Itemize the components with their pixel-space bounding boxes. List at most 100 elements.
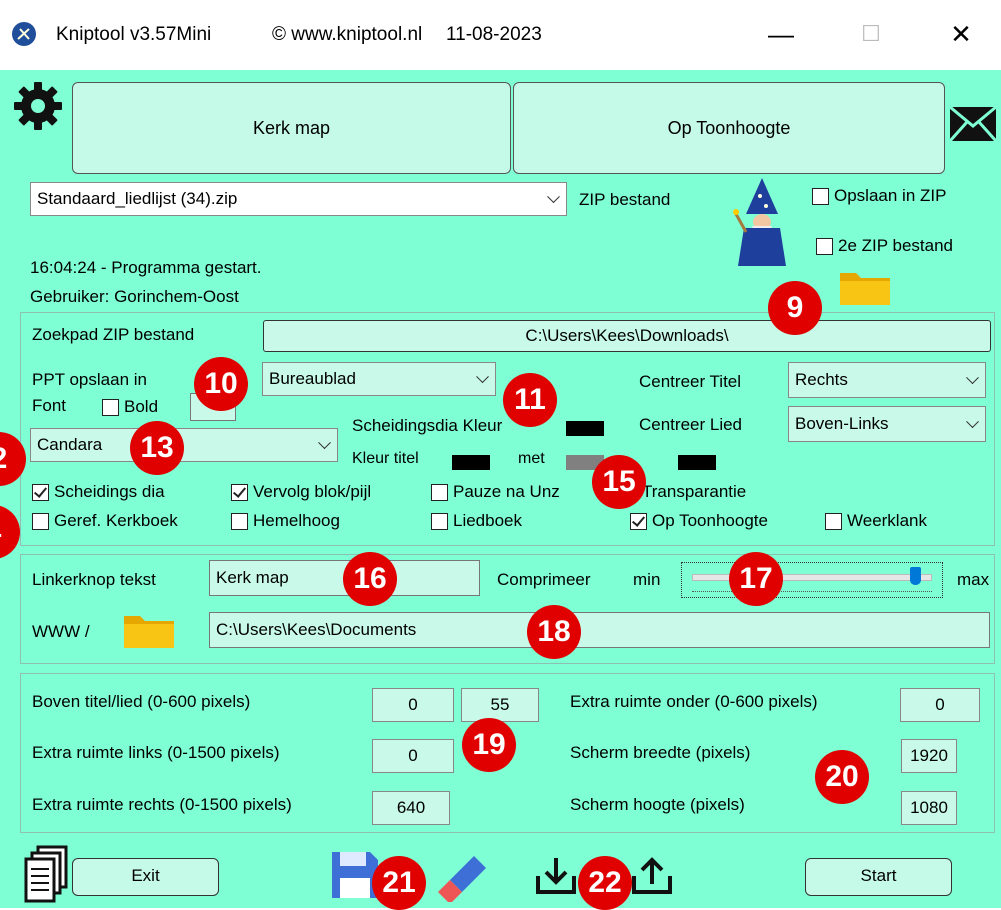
op-toonhoogte-button[interactable]: Op Toonhoogte — [513, 82, 945, 174]
text-color-swatch[interactable] — [678, 455, 716, 470]
badge-16: 16 — [343, 552, 397, 606]
checkbox-box[interactable] — [231, 483, 248, 501]
font-select[interactable]: Candara — [30, 428, 338, 462]
second-zip-checkbox[interactable]: 2e ZIP bestand — [816, 236, 953, 256]
exit-button[interactable]: Exit — [72, 858, 219, 896]
bold-label: Bold — [124, 397, 159, 416]
checkbox-box[interactable] — [431, 483, 448, 501]
title-color-swatch[interactable] — [452, 455, 490, 470]
checkbox-box[interactable] — [231, 512, 248, 530]
checkbox-box[interactable] — [32, 483, 49, 501]
check-label: Scheidings dia — [54, 482, 165, 501]
badge-13: 13 — [130, 421, 184, 475]
check-label: Transparantie — [642, 482, 747, 501]
folder-icon[interactable] — [122, 610, 176, 655]
chevron-down-icon — [318, 436, 331, 450]
top-title-field-1[interactable]: 0 — [372, 688, 454, 722]
with-label: met — [518, 450, 545, 467]
extra-right-label: Extra ruimte rechts (0-1500 pixels) — [32, 795, 292, 814]
title-bar: Kniptool v3.57Mini © www.kniptool.nl 11-… — [0, 0, 1001, 70]
top-title-label: Boven titel/lied (0-600 pixels) — [32, 692, 251, 711]
close-button[interactable]: ✕ — [936, 14, 986, 54]
bold-checkbox[interactable]: Bold — [102, 397, 158, 417]
screen-height-field[interactable]: 1080 — [901, 791, 957, 825]
title-color-label: Kleur titel — [352, 450, 419, 467]
slider-ticks — [692, 591, 932, 595]
checkbox-box[interactable] — [630, 512, 647, 530]
gear-icon[interactable] — [12, 80, 64, 137]
minimize-button[interactable]: — — [756, 14, 806, 54]
opslaan-in-zip-label: Opslaan in ZIP — [834, 186, 947, 205]
pages-icon[interactable] — [24, 845, 68, 908]
compress-label: Comprimeer — [497, 570, 591, 589]
ppt-save-value: Bureaublad — [269, 369, 356, 388]
window-date: 11-08-2023 — [446, 24, 542, 45]
extra-left-label: Extra ruimte links (0-1500 pixels) — [32, 743, 280, 762]
kerk-map-button[interactable]: Kerk map — [72, 82, 511, 174]
zip-file-label: ZIP bestand — [579, 190, 671, 209]
zip-file-select[interactable]: Standaard_liedlijst (34).zip — [30, 182, 567, 216]
check-op-toonhoogte[interactable]: Op Toonhoogte — [630, 511, 768, 531]
badge-11: 11 — [503, 373, 557, 427]
center-title-select[interactable]: Rechts — [788, 362, 986, 398]
eraser-icon[interactable] — [428, 850, 488, 907]
search-path-field[interactable]: C:\Users\Kees\Downloads\ — [263, 320, 991, 352]
extra-bottom-label: Extra ruimte onder (0-600 pixels) — [570, 692, 818, 711]
badge-22: 22 — [578, 856, 632, 910]
center-song-label: Centreer Lied — [639, 415, 743, 434]
badge-15: 15 — [592, 455, 646, 509]
window-title: Kniptool v3.57Mini — [56, 24, 212, 45]
check-weerklank[interactable]: Weerklank — [825, 511, 927, 531]
checkbox-box[interactable] — [431, 512, 448, 530]
chevron-down-icon — [476, 370, 489, 384]
left-button-text-value: Kerk map — [216, 568, 289, 587]
top-title-field-2[interactable]: 55 — [461, 688, 539, 722]
slider-track — [692, 574, 932, 581]
chevron-down-icon — [547, 190, 560, 204]
checkbox-box[interactable] — [812, 187, 829, 205]
www-path-field[interactable]: C:\Users\Kees\Documents — [209, 612, 990, 648]
ppt-save-select[interactable]: Bureaublad — [262, 362, 496, 396]
extra-bottom-field[interactable]: 0 — [900, 688, 980, 722]
screen-width-label: Scherm breedte (pixels) — [570, 743, 751, 762]
check-liedboek[interactable]: Liedboek — [431, 511, 522, 531]
check-label: Op Toonhoogte — [652, 511, 768, 530]
center-song-select[interactable]: Boven-Links — [788, 406, 986, 442]
check-transparantie[interactable]: Transparantie — [642, 482, 746, 502]
check-label: Vervolg blok/pijl — [253, 482, 372, 501]
checkbox-box[interactable] — [102, 398, 119, 416]
folder-icon[interactable] — [838, 267, 892, 312]
compress-min-label: min — [633, 570, 661, 589]
slider-thumb[interactable] — [909, 567, 921, 585]
check-scheidings-dia[interactable]: Scheidings dia — [32, 482, 165, 502]
search-path-value: C:\Users\Kees\Downloads\ — [525, 326, 729, 345]
badge-20: 20 — [815, 750, 869, 804]
checkbox-box[interactable] — [32, 512, 49, 530]
start-button[interactable]: Start — [805, 858, 952, 896]
checkbox-box[interactable] — [816, 237, 833, 255]
upload-icon[interactable] — [630, 854, 674, 903]
maximize-button[interactable]: ☐ — [846, 14, 896, 54]
checkbox-box[interactable] — [825, 512, 842, 530]
badge-19: 19 — [462, 718, 516, 772]
check-hemelhoog[interactable]: Hemelhoog — [231, 511, 340, 531]
separator-color-label: Scheidingsdia Kleur — [352, 416, 503, 435]
extra-right-field[interactable]: 640 — [372, 791, 450, 825]
check-vervolg-blok[interactable]: Vervolg blok/pijl — [231, 482, 371, 502]
app-icon — [12, 22, 36, 46]
chevron-down-icon — [966, 415, 979, 429]
extra-left-field[interactable]: 0 — [372, 739, 454, 773]
separator-color-swatch[interactable] — [566, 421, 604, 436]
check-label: Geref. Kerkboek — [54, 511, 178, 530]
mail-icon[interactable] — [948, 105, 998, 147]
check-pauze-na-unz[interactable]: Pauze na Unz — [431, 482, 560, 502]
check-geref-kerkboek[interactable]: Geref. Kerkboek — [32, 511, 178, 531]
www-path-value: C:\Users\Kees\Documents — [216, 620, 417, 639]
compress-slider[interactable] — [681, 562, 943, 598]
badge-17: 17 — [729, 552, 783, 606]
ppt-save-label: PPT opslaan in — [32, 370, 147, 389]
opslaan-in-zip-checkbox[interactable]: Opslaan in ZIP — [812, 186, 946, 206]
download-icon[interactable] — [534, 854, 578, 903]
screen-width-field[interactable]: 1920 — [901, 739, 957, 773]
center-title-label: Centreer Titel — [639, 372, 742, 391]
